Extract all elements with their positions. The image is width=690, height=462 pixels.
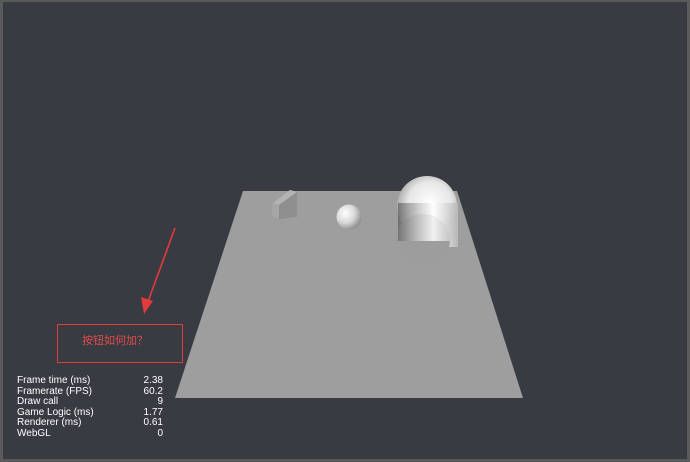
stat-value: 0 [157,427,163,439]
stats-panel: Frame time (ms) 2.38 Framerate (FPS) 60.… [17,375,163,440]
stat-label: WebGL [17,427,51,439]
game-viewport[interactable]: 按钮如何加？ Frame time (ms) 2.38 Framerate (F… [0,0,690,462]
stat-label: Frame time (ms) [17,375,91,386]
stat-row-webgl: WebGL 0 [17,427,163,440]
sphere [336,204,362,230]
stat-row-frame-time: Frame time (ms) 2.38 [17,375,163,387]
annotation-arrow [141,227,176,314]
annotation-text: 按钮如何加？ [82,334,148,347]
stat-value: 2.38 [143,375,163,386]
